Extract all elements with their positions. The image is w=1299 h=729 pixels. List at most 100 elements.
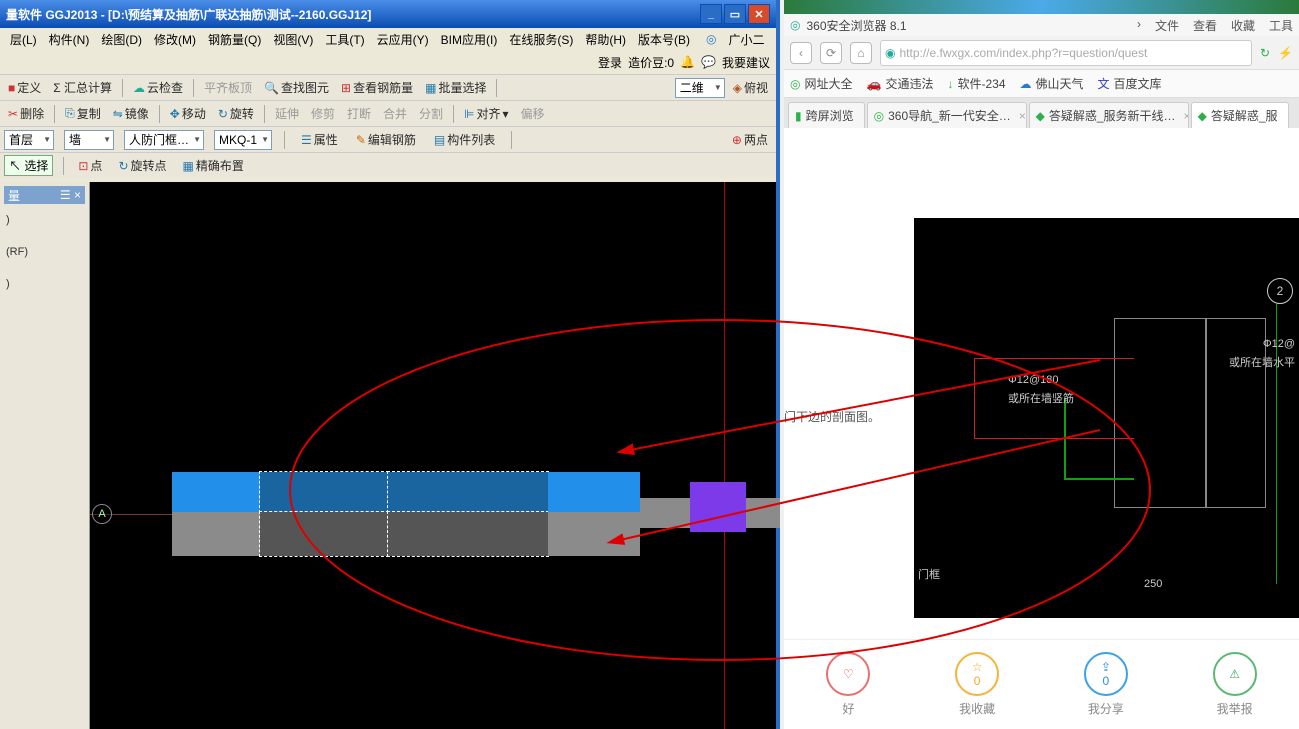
component-list-button[interactable]: ▤构件列表: [430, 129, 499, 150]
bell-icon[interactable]: 🔔: [680, 55, 695, 69]
rotate-point-button[interactable]: ↻旋转点: [114, 155, 170, 176]
feedback-button[interactable]: 我要建议: [722, 54, 770, 71]
ortho-view-button[interactable]: ◈俯视: [729, 77, 772, 98]
floor-combo[interactable]: 首层: [4, 130, 54, 150]
tab-360nav[interactable]: ◎360导航_新一代安全…×: [867, 102, 1027, 128]
lightning-icon[interactable]: ⚡: [1278, 46, 1293, 60]
cad-label-wall-horiz: 或所在墙水平: [1229, 354, 1295, 370]
refresh-icon[interactable]: ↻: [1260, 46, 1270, 60]
title-bar: 量软件 GGJ2013 - [D:\预结算及抽筋\广联达抽筋\测试--2160.…: [0, 0, 776, 28]
category-combo[interactable]: 人防门框…: [124, 130, 204, 150]
wall-segment-selected[interactable]: [388, 512, 548, 556]
tab-faq2-active[interactable]: ◆答疑解惑_服: [1191, 102, 1289, 128]
stat-favorite[interactable]: ☆0 我收藏: [955, 652, 999, 717]
precise-place-button[interactable]: ▦精确布置: [179, 155, 248, 176]
side-panel-item[interactable]: (RF): [4, 236, 85, 268]
menu-modify[interactable]: 修改(M): [148, 29, 202, 50]
merge-button[interactable]: 合并: [379, 103, 411, 124]
select-tool-button[interactable]: ↖ 选择: [4, 155, 53, 176]
extend-button[interactable]: 延伸: [271, 103, 303, 124]
browser-menu-tool[interactable]: 工具: [1269, 17, 1293, 34]
cloud-check-button[interactable]: ☁云检查: [129, 77, 187, 98]
back-button[interactable]: ‹: [790, 42, 812, 64]
align-button[interactable]: ⊫对齐 ▾: [460, 103, 513, 124]
wall-segment-selected[interactable]: [260, 472, 388, 512]
find-element-button[interactable]: 🔍查找图元: [260, 77, 333, 98]
flat-slab-button[interactable]: 平齐板顶: [200, 77, 256, 98]
side-panel-item[interactable]: ): [4, 204, 85, 236]
fav-weather[interactable]: ☁佛山天气: [1020, 75, 1084, 92]
browser-menu-fav[interactable]: 收藏: [1231, 17, 1255, 34]
fav-traffic[interactable]: 🚗交通违法: [867, 75, 934, 92]
wall-segment[interactable]: [640, 498, 690, 528]
wall-segment[interactable]: [172, 512, 260, 556]
side-panel-item[interactable]: ): [4, 268, 85, 300]
offset-button[interactable]: 偏移: [517, 103, 549, 124]
home-button[interactable]: ⌂: [850, 42, 872, 64]
menu-cloud[interactable]: 云应用(Y): [371, 29, 435, 50]
chat-icon[interactable]: 💬: [701, 55, 716, 69]
cloud-icon[interactable]: ◎: [700, 30, 722, 48]
break-button[interactable]: 打断: [343, 103, 375, 124]
fav-navall[interactable]: ◎网址大全: [790, 75, 853, 92]
toolbar-component: 首层 墙 人防门框… MKQ-1 ☰属性 ✎编辑钢筋 ▤构件列表 ⊕两点: [0, 126, 776, 152]
web-content[interactable]: 门下边的剖面图。 2 Φ12@180 或所在墙竖筋 Φ12@ 或所在墙水平 门框…: [784, 128, 1299, 729]
fav-software[interactable]: ↓软件-234: [947, 75, 1005, 92]
wall-segment[interactable]: [172, 472, 260, 512]
heart-icon: ♡: [843, 667, 854, 681]
login-button[interactable]: 登录: [598, 54, 622, 71]
mirror-button[interactable]: ⇋镜像: [109, 103, 153, 124]
menu-component[interactable]: 构件(N): [43, 29, 96, 50]
move-button[interactable]: ✥移动: [166, 103, 210, 124]
menu-layer[interactable]: 层(L): [4, 29, 43, 50]
wall-segment[interactable]: [548, 512, 640, 556]
url-input[interactable]: ◉ http://e.fwxgx.com/index.php?r=questio…: [880, 40, 1252, 66]
wall-segment-selected[interactable]: [388, 472, 548, 512]
view-rebar-button[interactable]: ⊞查看钢筋量: [337, 77, 417, 98]
wall-segment-selected[interactable]: [260, 512, 388, 556]
wall-segment[interactable]: [548, 472, 640, 512]
point-button[interactable]: ⊡点: [74, 155, 106, 176]
browser-menu-view[interactable]: 查看: [1193, 17, 1217, 34]
sum-button[interactable]: Σ 汇总计算: [49, 77, 116, 98]
stat-like[interactable]: ♡ 好: [826, 652, 870, 717]
minimize-button[interactable]: _: [700, 4, 722, 24]
wall-combo[interactable]: 墙: [64, 130, 114, 150]
menu-help[interactable]: 帮助(H): [579, 29, 632, 50]
drawing-viewport[interactable]: A: [90, 182, 776, 729]
menu-version[interactable]: 版本号(B): [632, 29, 696, 50]
browser-menu-file[interactable]: 文件: [1155, 17, 1179, 34]
rotate-button[interactable]: ↻旋转: [214, 103, 258, 124]
trim-button[interactable]: 修剪: [307, 103, 339, 124]
browser-window: ◎ 360安全浏览器 8.1 › 文件 查看 收藏 工具 ‹ ⟳ ⌂ ◉ htt…: [784, 0, 1299, 729]
copy-button[interactable]: ⎘复制: [61, 103, 105, 124]
tab-crossscreen[interactable]: ▮跨屏浏览: [788, 102, 865, 128]
batch-select-button[interactable]: ▦批量选择: [421, 77, 490, 98]
reload-button[interactable]: ⟳: [820, 42, 842, 64]
door-frame-element[interactable]: [690, 482, 746, 532]
wall-segment[interactable]: [746, 498, 780, 528]
define-button[interactable]: ■定义: [4, 77, 45, 98]
menu-view[interactable]: 视图(V): [267, 29, 319, 50]
menu-online[interactable]: 在线服务(S): [503, 29, 579, 50]
close-button[interactable]: ✕: [748, 4, 770, 24]
two-point-button[interactable]: ⊕两点: [728, 129, 772, 150]
page-fragment-text: 门下边的剖面图。: [784, 408, 880, 425]
stat-report[interactable]: ⚠ 我举报: [1213, 652, 1257, 717]
fav-wenku[interactable]: 文百度文库: [1098, 75, 1162, 92]
menu-rebar[interactable]: 钢筋量(Q): [202, 29, 267, 50]
tab-faq1[interactable]: ◆答疑解惑_服务新干线…×: [1029, 102, 1189, 128]
view-mode-combo[interactable]: 二维: [675, 78, 725, 98]
menu-bim[interactable]: BIM应用(I): [435, 29, 504, 50]
stat-share[interactable]: ⇪0 我分享: [1084, 652, 1128, 717]
id-combo[interactable]: MKQ-1: [214, 130, 272, 150]
menu-draw[interactable]: 绘图(D): [95, 29, 148, 50]
stat-label: 我分享: [1088, 700, 1124, 717]
edit-rebar-button[interactable]: ✎编辑钢筋: [352, 129, 420, 150]
split-button[interactable]: 分割: [415, 103, 447, 124]
property-button[interactable]: ☰属性: [297, 129, 342, 150]
menu-tools[interactable]: 工具(T): [319, 29, 370, 50]
maximize-button[interactable]: ▭: [724, 4, 746, 24]
avatar-label[interactable]: 广小二: [723, 29, 771, 50]
delete-button[interactable]: ✂删除: [4, 103, 48, 124]
